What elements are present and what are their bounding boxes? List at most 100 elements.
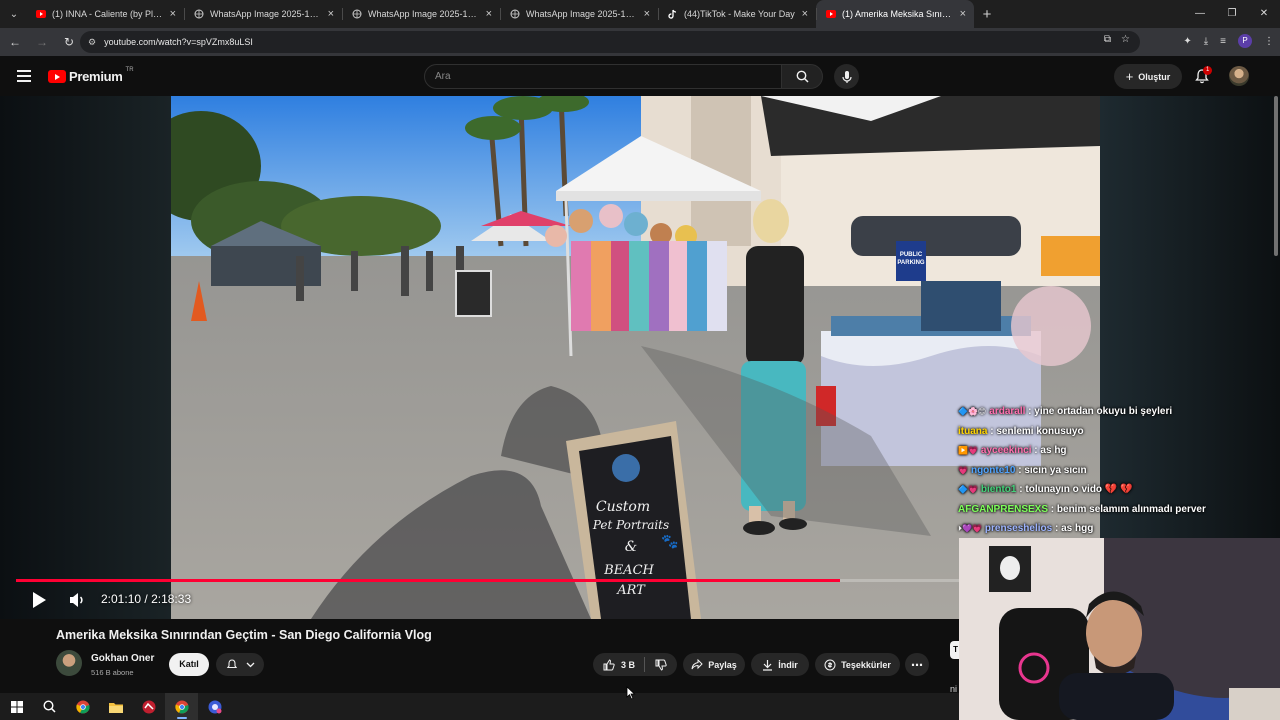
globe-icon — [194, 9, 204, 19]
chat-overlay: 🔷🌸😊 ardarall : yine ortadan okuyu bi şeyl… — [958, 402, 1258, 539]
search-button[interactable] — [781, 64, 823, 89]
thanks-button[interactable]: Teşekkürler — [815, 653, 900, 676]
url-text: youtube.com/watch?v=spVZmx8uLSI — [104, 37, 253, 47]
browser-tab-2[interactable]: WhatsApp Image 2025-10-03 at × — [184, 0, 342, 28]
tab-title: (1) Amerika Meksika Sınırından Geçtim — [842, 9, 954, 19]
voice-search-button[interactable] — [834, 64, 859, 89]
globe-icon — [352, 9, 362, 19]
download-button[interactable]: İndir — [751, 653, 809, 676]
browser-tab-6-active[interactable]: (1) Amerika Meksika Sınırından Geçtim × — [816, 0, 974, 28]
back-icon[interactable]: ← — [3, 35, 27, 49]
like-button[interactable]: 3 B — [593, 653, 644, 676]
menu-icon[interactable] — [17, 70, 31, 82]
taskbar-search-icon[interactable] — [33, 693, 66, 720]
progress-bar[interactable] — [16, 579, 959, 582]
bookmark-star-icon[interactable]: ☆ — [1121, 34, 1130, 45]
file-explorer-icon[interactable] — [99, 693, 132, 720]
address-bar[interactable]: ⚙ youtube.com/watch?v=spVZmx8uLSI ⧉ ☆ — [80, 31, 1140, 53]
time-display: 2:01:10 / 2:18:33 — [101, 592, 191, 606]
progress-bar-played — [16, 579, 841, 582]
channel-avatar[interactable] — [56, 650, 82, 676]
volume-icon[interactable] — [68, 592, 86, 608]
tool-icon[interactable] — [198, 693, 231, 720]
sign-line-3: & — [625, 539, 637, 555]
install-app-icon[interactable]: ⧉ — [1104, 34, 1111, 45]
close-tab-icon[interactable]: × — [644, 8, 650, 20]
windows-start-icon[interactable] — [0, 693, 33, 720]
extensions-icon[interactable]: ✦ — [1183, 36, 1191, 47]
channel-name[interactable]: Gokhan Oner — [91, 653, 154, 664]
thumbs-down-icon — [655, 659, 667, 671]
tab-title: WhatsApp Image 2025-10-03 at — [526, 9, 638, 19]
browser-tab-4[interactable]: WhatsApp Image 2025-10-03 at × — [500, 0, 658, 28]
chat-text: benim selamım alınmadı perver — [1056, 503, 1206, 515]
tab-search-icon[interactable]: ⌄ — [2, 3, 26, 25]
profile-avatar[interactable]: P — [1238, 34, 1252, 48]
share-button[interactable]: Paylaş — [683, 653, 745, 676]
browser-tab-5[interactable]: (44)TikTok - Make Your Day × — [658, 0, 816, 28]
browser-tab-1[interactable]: (1) INNA - Caliente (by Play & Win) × — [26, 0, 184, 28]
chat-text: as hgg — [1061, 523, 1094, 535]
more-actions-button[interactable]: ⋯ — [905, 653, 929, 676]
super-thanks-icon — [824, 659, 836, 670]
subscription-bell-button[interactable] — [216, 653, 264, 676]
close-tab-icon[interactable]: × — [170, 8, 176, 20]
close-tab-icon[interactable]: × — [486, 8, 492, 20]
downloads-icon[interactable]: ⤓ — [1204, 36, 1208, 47]
create-button[interactable]: + Oluştur — [1114, 64, 1182, 89]
browser-menu-icon[interactable]: ⋮ — [1264, 36, 1274, 47]
chat-badges: ⏵💜💗 — [958, 523, 982, 533]
dislike-button[interactable] — [645, 653, 676, 676]
chrome-active-icon[interactable] — [165, 693, 198, 720]
edge-button[interactable]: T — [950, 641, 959, 659]
close-tab-icon[interactable]: × — [960, 8, 966, 20]
chat-message: 🔷🌸😊 ardarall : yine ortadan okuyu bi şeyl… — [958, 402, 1258, 422]
scrollbar-thumb[interactable] — [1274, 96, 1278, 256]
search-icon — [796, 70, 809, 83]
search-input[interactable]: Ara — [424, 64, 782, 89]
minimize-icon[interactable]: — — [1184, 0, 1216, 28]
bell-icon — [226, 659, 237, 669]
chat-text: yine ortadan okuyu bi şeyleri — [1034, 406, 1173, 418]
tab-title: (1) INNA - Caliente (by Play & Win) — [52, 9, 164, 19]
current-time: 2:01:10 — [101, 592, 142, 606]
chat-username: ardarall — [989, 406, 1026, 418]
download-label: İndir — [778, 659, 798, 670]
youtube-icon — [36, 9, 46, 19]
globe-icon — [510, 9, 520, 19]
logo-text: Premium — [69, 69, 123, 84]
notification-badge: 1 — [1203, 66, 1213, 75]
account-avatar[interactable] — [1229, 66, 1249, 86]
chat-badges: 🔷💗 — [958, 485, 978, 495]
app-icon[interactable] — [132, 693, 165, 720]
chat-badges: ▶️💗 — [958, 446, 978, 456]
join-button[interactable]: Katıl — [169, 653, 209, 676]
more-horizontal-icon: ⋯ — [911, 657, 923, 672]
chat-badges: 💗 — [958, 465, 968, 475]
tab-title: WhatsApp Image 2025-10-03 at — [210, 9, 322, 19]
mouse-cursor-icon — [626, 686, 636, 700]
youtube-premium-logo[interactable]: Premium TR — [48, 67, 134, 84]
chat-message: ituana : senlemi konusuyo — [958, 422, 1258, 442]
forward-icon[interactable]: → — [30, 35, 54, 49]
total-time: 2:18:33 — [151, 592, 192, 606]
paw-print-icon: 🐾 — [661, 533, 678, 550]
chat-username: ngonte10 — [970, 464, 1016, 476]
new-tab-button[interactable]: + — [974, 6, 1000, 23]
parking-sign-line1: PUBLIC — [900, 252, 923, 258]
close-tab-icon[interactable]: × — [328, 8, 334, 20]
close-tab-icon[interactable]: × — [802, 8, 808, 20]
close-window-icon[interactable]: ✕ — [1248, 0, 1280, 28]
browser-tab-3[interactable]: WhatsApp Image 2025-10-03 at × — [342, 0, 500, 28]
chrome-icon[interactable] — [66, 693, 99, 720]
reload-icon[interactable]: ↻ — [57, 35, 81, 49]
chevron-down-icon — [246, 662, 254, 667]
chat-separator: : — [1052, 523, 1062, 535]
create-label: Oluştur — [1138, 71, 1171, 82]
restore-icon[interactable]: ❐ — [1216, 0, 1248, 28]
page-scrollbar[interactable] — [1272, 96, 1280, 276]
site-info-icon[interactable]: ⚙ — [88, 37, 96, 48]
play-icon[interactable] — [30, 590, 48, 610]
chat-text: tolunayın o vido 💔 💔 — [1025, 484, 1133, 496]
media-controls-icon[interactable]: ≡ — [1220, 36, 1226, 47]
